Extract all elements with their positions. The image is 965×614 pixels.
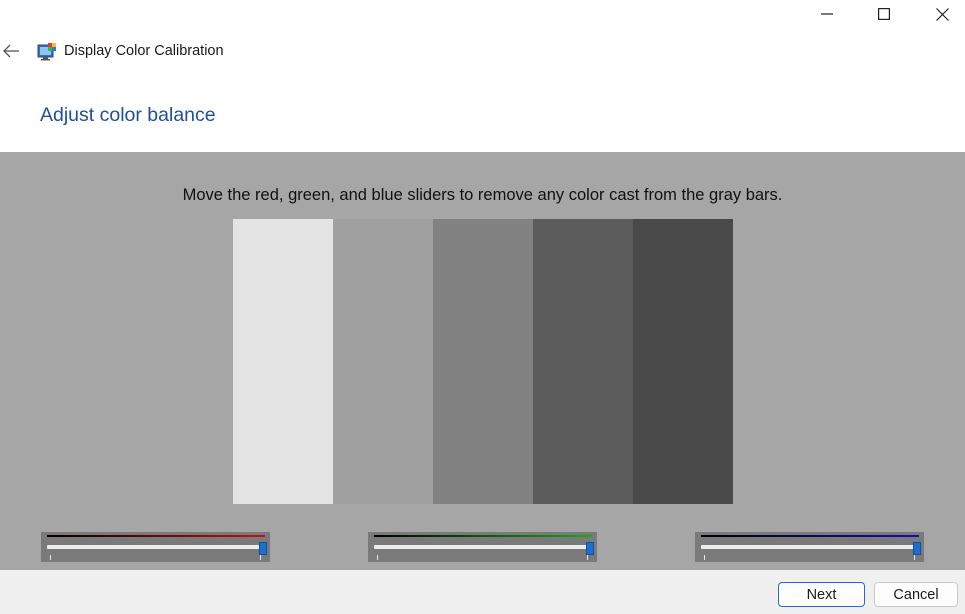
minimize-button[interactable]: [798, 0, 856, 28]
red-slider-track[interactable]: [47, 545, 265, 549]
display-color-calibration-icon: [37, 43, 56, 61]
slider-tick: [377, 555, 378, 560]
green-slider[interactable]: [368, 532, 597, 562]
minimize-icon: [821, 13, 833, 15]
gray-bar-4: [533, 219, 633, 504]
blue-slider-track[interactable]: [701, 545, 919, 549]
blue-slider[interactable]: [695, 532, 924, 562]
green-gradient: [374, 535, 592, 537]
calibration-panel: Move the red, green, and blue sliders to…: [0, 152, 965, 570]
calibration-window: Display Color Calibration Adjust color b…: [0, 0, 965, 614]
red-gradient: [47, 535, 265, 537]
slider-tick: [50, 555, 51, 560]
blue-slider-thumb[interactable]: [913, 542, 921, 555]
slider-tick: [914, 555, 915, 560]
red-slider[interactable]: [41, 532, 270, 562]
back-button[interactable]: [0, 40, 22, 62]
green-slider-thumb[interactable]: [586, 542, 594, 555]
green-slider-track[interactable]: [374, 545, 592, 549]
next-button[interactable]: Next: [778, 582, 865, 607]
red-slider-thumb[interactable]: [259, 542, 267, 555]
page-heading: Adjust color balance: [40, 104, 216, 126]
blue-gradient: [701, 535, 919, 537]
gray-bar-3: [433, 219, 533, 504]
slider-tick: [260, 555, 261, 560]
gray-bars: [233, 219, 733, 504]
maximize-button[interactable]: [855, 0, 913, 28]
window-title: Display Color Calibration: [64, 43, 224, 59]
close-icon: [935, 7, 949, 21]
gray-bar-5: [633, 219, 733, 504]
close-button[interactable]: [913, 0, 965, 28]
instruction-text: Move the red, green, and blue sliders to…: [182, 186, 783, 204]
maximize-icon: [878, 8, 890, 20]
back-arrow-icon: [3, 44, 19, 58]
slider-tick: [704, 555, 705, 560]
gray-bar-2: [333, 219, 433, 504]
gray-bar-1: [233, 219, 333, 504]
footer-bar: Next Cancel: [0, 570, 965, 614]
cancel-button[interactable]: Cancel: [874, 582, 958, 607]
slider-tick: [587, 555, 588, 560]
